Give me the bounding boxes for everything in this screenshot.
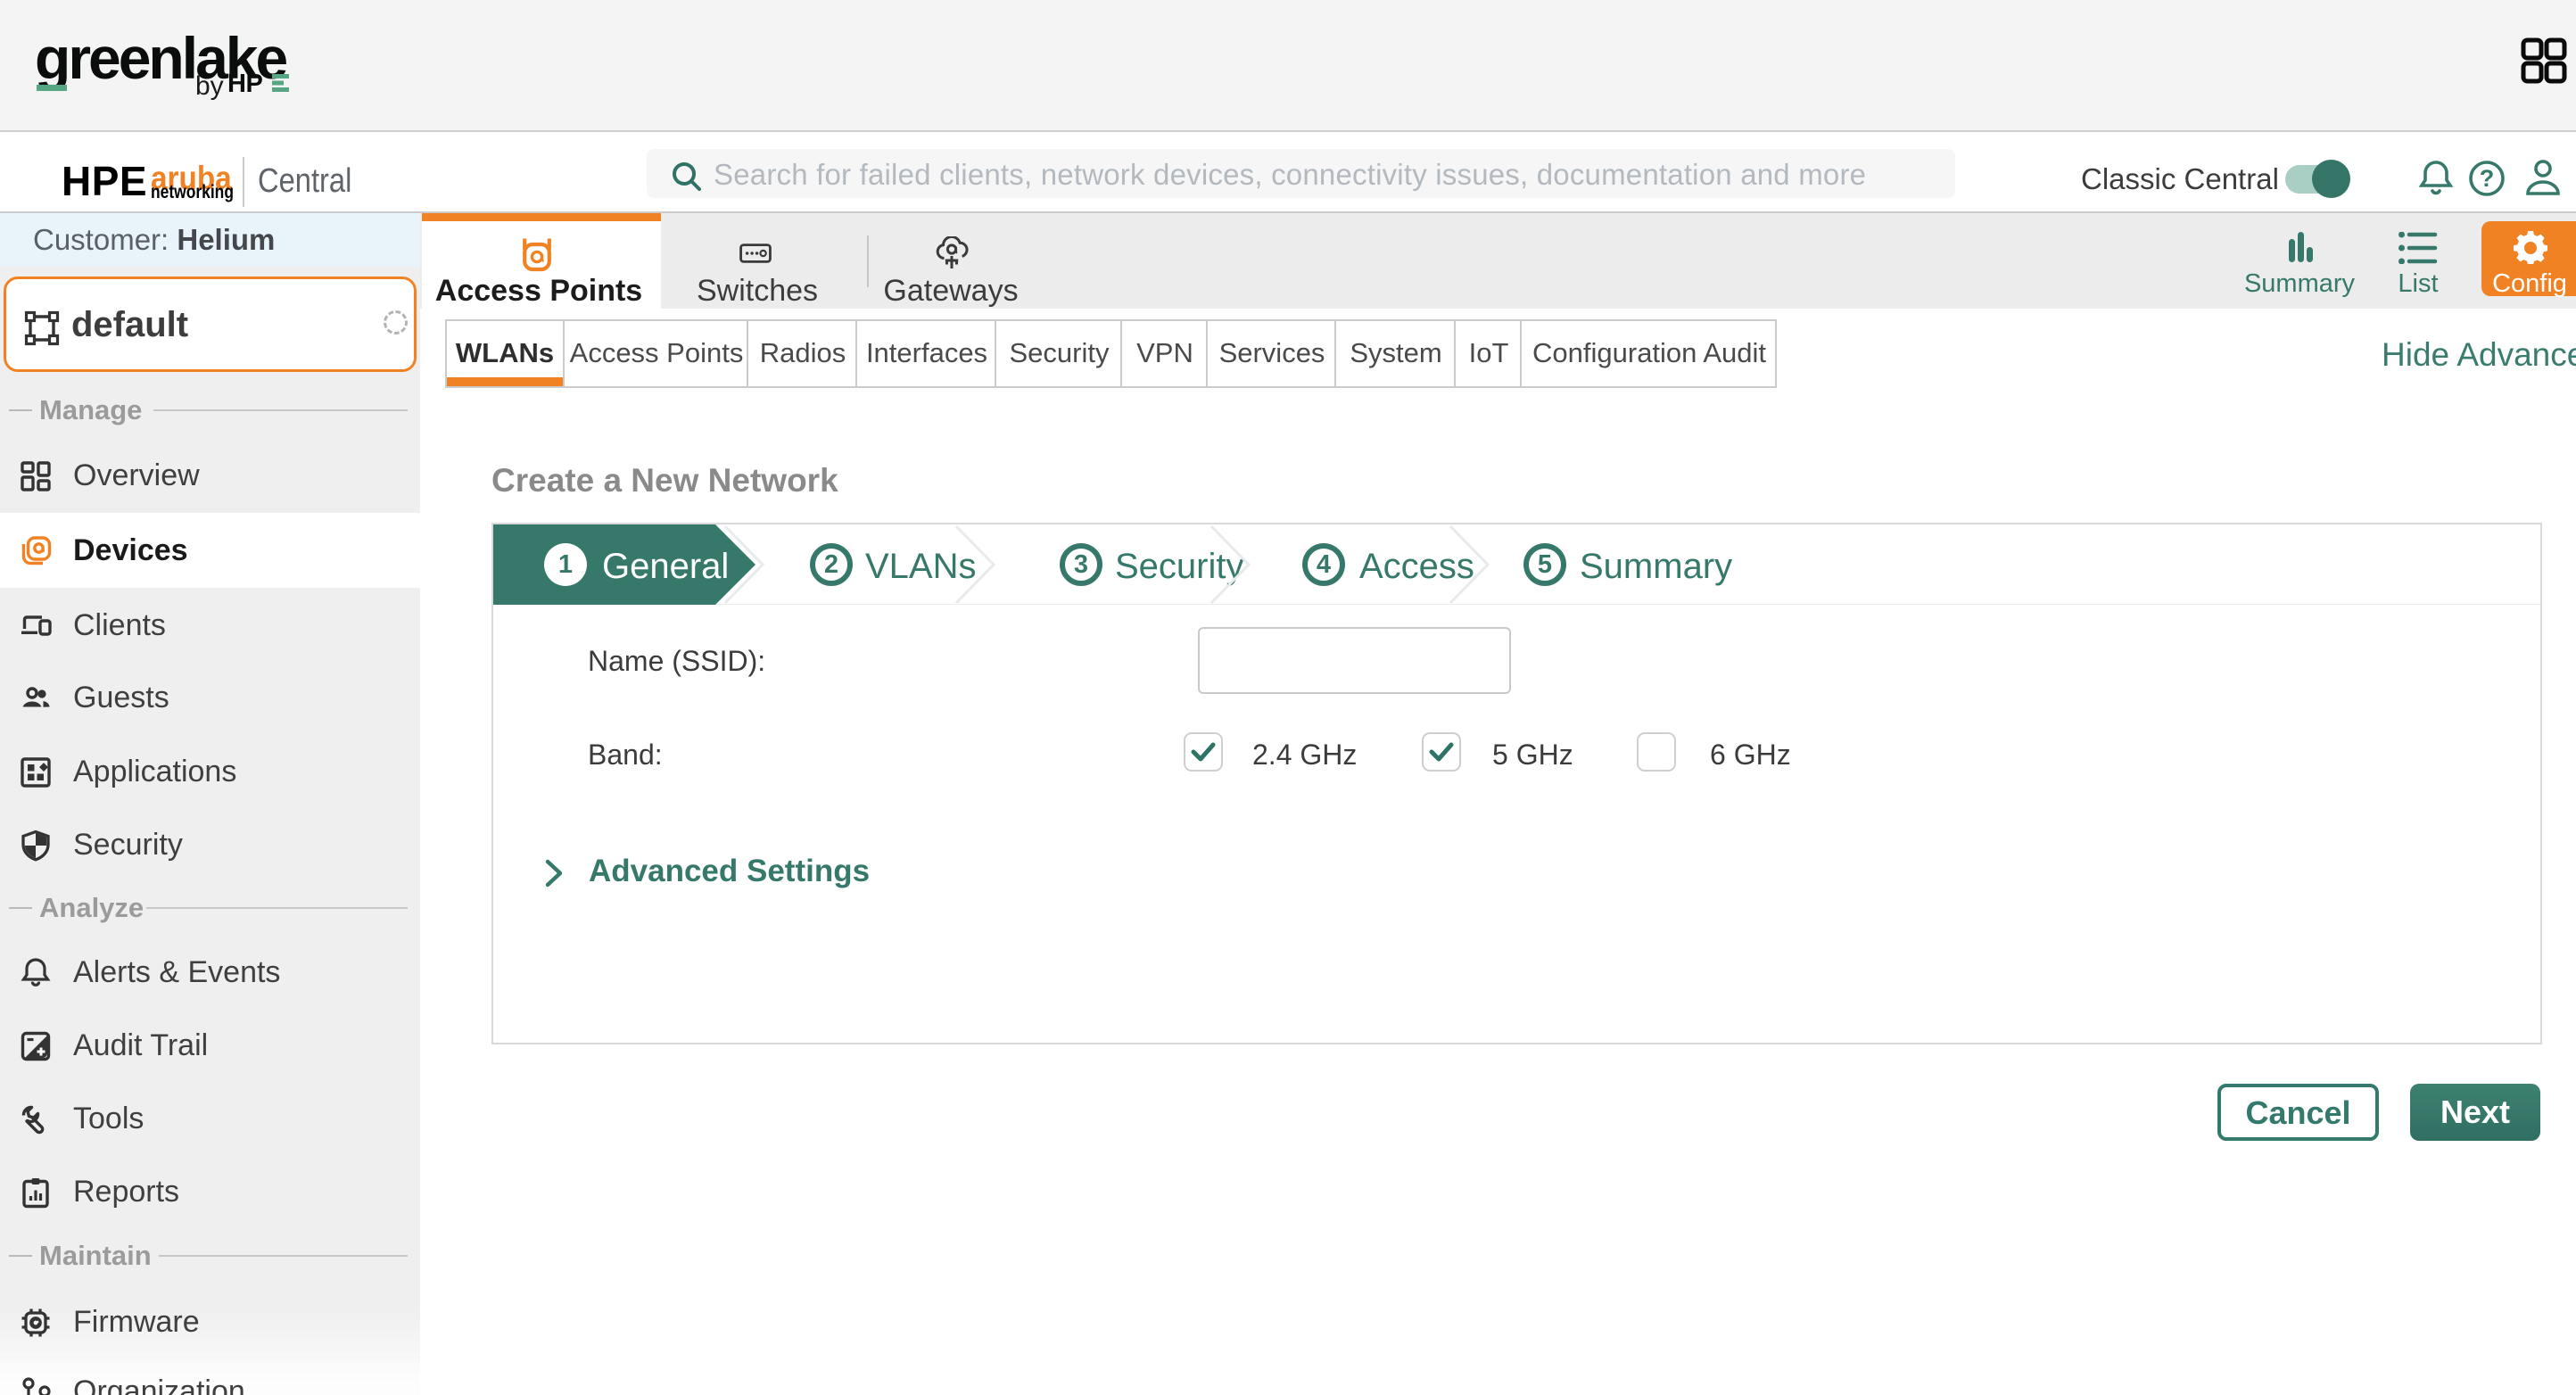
svg-text:?: ? [2480,165,2495,192]
